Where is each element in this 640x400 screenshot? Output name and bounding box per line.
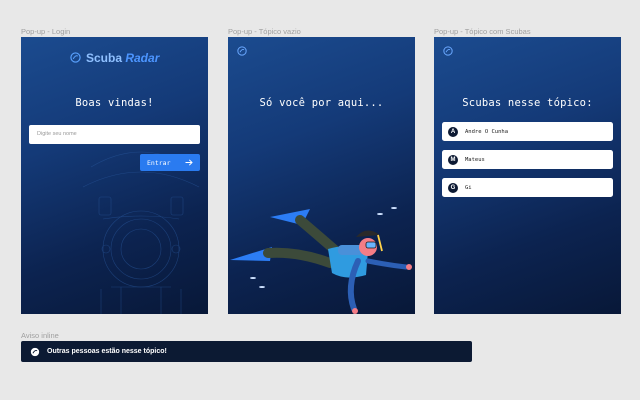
avatar: M xyxy=(448,154,458,165)
login-popup: Scuba Radar Boas vindas! Digite seu nome… xyxy=(21,37,208,314)
enter-button[interactable]: Entrar xyxy=(140,154,200,171)
scuba-list-item[interactable]: A Andre O Cunha xyxy=(442,122,613,141)
scuba-name: Andre O Cunha xyxy=(465,128,509,135)
inline-alert-message: Outras pessoas estão nesse tópico! xyxy=(47,348,167,355)
brand-name-part2: Radar xyxy=(125,51,160,65)
avatar: A xyxy=(448,126,458,137)
helmet-background-illustration xyxy=(82,151,200,314)
scubas-heading: Scubas nesse tópico: xyxy=(462,97,593,109)
scuba-list-item[interactable]: G Gi xyxy=(442,178,613,197)
login-heading: Boas vindas! xyxy=(75,97,154,109)
frame-label-inline-alert: Aviso inline xyxy=(21,331,59,340)
inline-alert: Outras pessoas estão nesse tópico! xyxy=(21,341,472,362)
brand-name-part1: Scuba xyxy=(85,51,122,65)
frame-label-with-scubas: Pop-up - Tópico com Scubas xyxy=(434,27,531,36)
scuba-name: Mateus xyxy=(465,156,485,163)
empty-topic-popup: Só você por aqui... xyxy=(228,37,415,314)
scuba-radar-logo-icon xyxy=(69,52,81,63)
scuba-name: Gi xyxy=(465,184,472,191)
brand-logo: Scuba Radar xyxy=(21,51,208,65)
arrow-right-icon xyxy=(185,159,193,166)
scubas-topic-popup: Scubas nesse tópico: A Andre O Cunha M M… xyxy=(434,37,621,314)
scuba-radar-logo-icon xyxy=(30,347,40,356)
enter-button-label: Entrar xyxy=(147,158,171,167)
frame-label-empty: Pop-up - Tópico vazio xyxy=(228,27,301,36)
name-input[interactable]: Digite seu nome xyxy=(29,125,200,144)
scuba-list-item[interactable]: M Mateus xyxy=(442,150,613,169)
scuba-radar-logo-icon xyxy=(443,46,453,56)
avatar: G xyxy=(448,182,458,193)
diver-illustration xyxy=(230,207,412,314)
frame-label-login: Pop-up - Login xyxy=(21,27,71,36)
